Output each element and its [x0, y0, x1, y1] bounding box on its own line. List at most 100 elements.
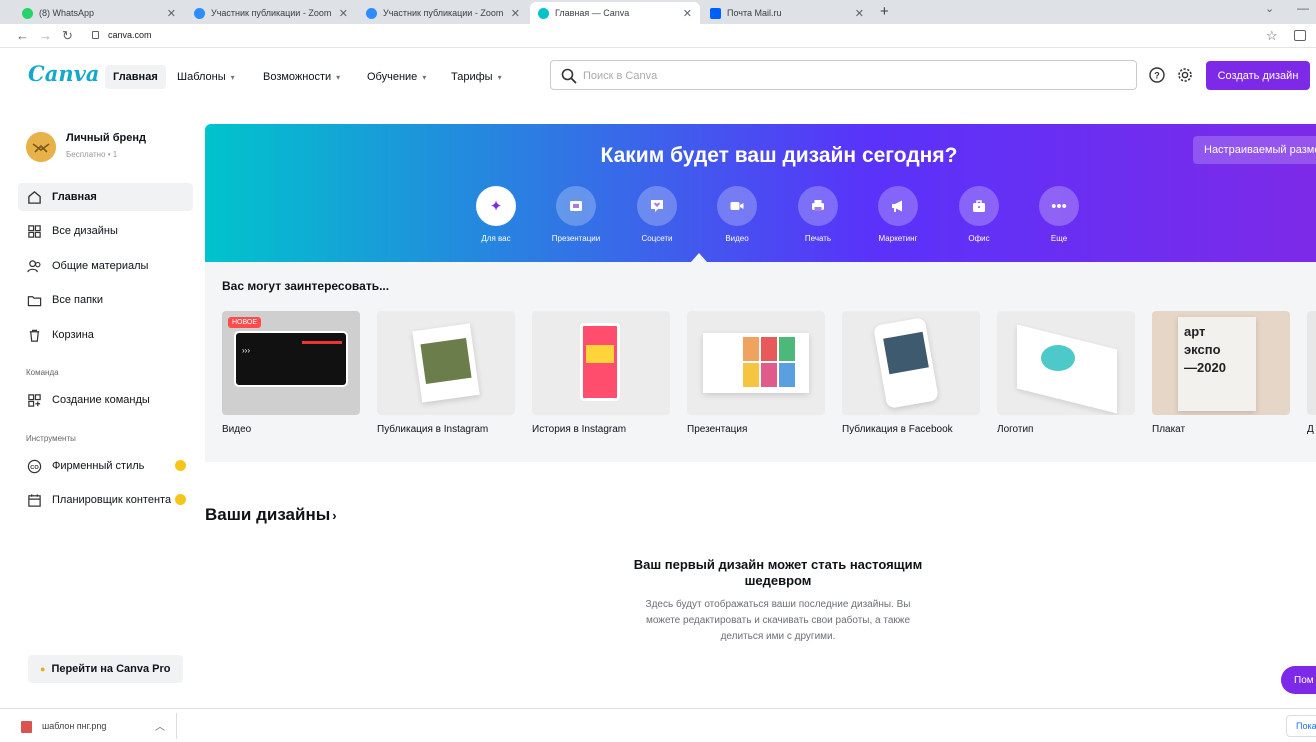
browser-tab-canva[interactable]: Главная — Canva ✕ [530, 2, 700, 24]
category-label: Офис [968, 234, 990, 243]
sidebar-item-home[interactable]: Главная [18, 183, 193, 211]
brand-kit-icon: CO [27, 459, 42, 473]
template-card-instagram-story[interactable]: История в Instagram [532, 311, 670, 435]
upgrade-pro-button[interactable]: ● Перейти на Canva Pro [28, 655, 183, 683]
svg-text:?: ? [1154, 71, 1160, 81]
forward-arrow-icon[interactable]: → [39, 28, 52, 43]
custom-size-button[interactable]: Настраиваемый размер [1193, 136, 1316, 164]
template-card-poster[interactable]: арт экспо —2020 Плакат [1152, 311, 1290, 435]
nav-features[interactable]: Возможности ▾ [255, 65, 348, 89]
back-arrow-icon[interactable]: ← [16, 28, 29, 43]
tab-search-chevron-icon[interactable]: ⌄ [1265, 2, 1274, 15]
url-text[interactable]: canva.com [108, 30, 152, 40]
sidebar-item-all-designs[interactable]: Все дизайны [18, 217, 193, 245]
category-social[interactable]: Соцсети [617, 186, 697, 243]
chevron-up-icon[interactable]: ︿ [155, 718, 165, 733]
avatar[interactable] [26, 132, 56, 162]
your-designs-title: Ваши дизайны [205, 505, 331, 524]
template-card-label: Публикация в Instagram [377, 424, 489, 435]
nav-learn[interactable]: Обучение ▾ [359, 65, 434, 89]
nav-label: Шаблоны [177, 71, 226, 83]
sidebar-item-trash[interactable]: Корзина [18, 321, 193, 349]
gear-icon[interactable] [1177, 67, 1193, 83]
close-icon[interactable]: ✕ [855, 7, 864, 20]
bookmark-star-icon[interactable]: ☆ [1266, 28, 1278, 44]
template-card-presentation[interactable]: Презентация [687, 311, 825, 435]
browser-tab-zoom-1[interactable]: Участник публикации - Zoom ✕ [186, 2, 356, 24]
nav-templates[interactable]: Шаблоны ▾ [169, 65, 243, 89]
template-card-partial[interactable]: Д [1307, 311, 1316, 435]
show-all-downloads-button[interactable]: Пока [1286, 715, 1316, 737]
download-file-name[interactable]: шаблон пнг.png [42, 721, 106, 731]
template-card-label: Логотип [997, 424, 1034, 435]
reload-icon[interactable]: ↻ [62, 28, 73, 44]
template-thumbnail [997, 311, 1135, 415]
minimize-icon[interactable]: — [1297, 1, 1309, 15]
help-icon[interactable]: ? [1149, 67, 1165, 83]
browser-tab-whatsapp[interactable]: (8) WhatsApp ✕ [14, 2, 184, 24]
close-icon[interactable]: ✕ [339, 7, 348, 20]
close-icon[interactable]: ✕ [683, 7, 692, 20]
sidebar: Личный бренд Бесплатно • 1 Главная Все д… [0, 103, 200, 708]
category-more[interactable]: ••• Еще [1019, 186, 1099, 243]
sidebar-item-shared[interactable]: Общие материалы [18, 252, 193, 280]
sidebar-section-team: Команда [26, 368, 59, 377]
chevron-down-icon: ▾ [422, 72, 427, 82]
template-card-logo[interactable]: Логотип [997, 311, 1135, 435]
nav-pricing[interactable]: Тарифы ▾ [443, 65, 510, 89]
chevron-right-icon: › [332, 508, 337, 523]
sidebar-item-planner[interactable]: Планировщик контента [18, 486, 193, 514]
template-card-video[interactable]: ››› НОВОЕ Видео [222, 311, 360, 435]
nav-home[interactable]: Главная [105, 65, 166, 89]
browser-tab-zoom-2[interactable]: Участник публикации - Zoom ✕ [358, 2, 528, 24]
sidebar-item-label: Корзина [52, 329, 94, 341]
category-marketing[interactable]: Маркетинг [858, 186, 938, 243]
divider [176, 713, 177, 739]
template-card-label: История в Instagram [532, 424, 627, 435]
account-name[interactable]: Личный бренд [66, 132, 146, 144]
sidebar-item-label: Создание команды [52, 394, 150, 406]
mail-icon [710, 7, 721, 19]
create-design-button[interactable]: Создать дизайн [1206, 61, 1310, 90]
hero-title: Каким будет ваш дизайн сегодня? [600, 144, 958, 167]
new-badge: НОВОЕ [228, 317, 262, 328]
your-designs-heading[interactable]: Ваши дизайны › [205, 505, 337, 525]
category-for-you[interactable]: ✦ Для вас [456, 186, 536, 243]
tab-label: Участник публикации - Zoom [383, 8, 504, 18]
search-box[interactable] [550, 60, 1137, 90]
crown-icon: ● [40, 664, 46, 674]
category-print[interactable]: Печать [778, 186, 858, 243]
sidebar-item-brand-kit[interactable]: CO Фирменный стиль [18, 452, 193, 480]
empty-state-text: Здесь будут отображаться ваши последние … [645, 599, 911, 642]
account-plan: Бесплатно • 1 [66, 150, 118, 159]
template-card-label: Д [1307, 424, 1314, 435]
close-icon[interactable]: ✕ [511, 7, 520, 20]
new-tab-plus-icon[interactable]: + [880, 3, 889, 20]
template-thumbnail: ››› НОВОЕ [222, 311, 360, 415]
nav-label: Тарифы [451, 71, 493, 83]
search-input[interactable] [583, 67, 1123, 85]
sidebar-item-create-team[interactable]: Создание команды [18, 386, 193, 414]
briefcase-icon [959, 186, 999, 226]
template-card-label: Публикация в Facebook [842, 424, 953, 435]
template-card-facebook-post[interactable]: Публикация в Facebook [842, 311, 980, 435]
chevron-down-icon: ▾ [230, 72, 235, 82]
sidebar-item-folders[interactable]: Все папки [18, 286, 193, 314]
category-presentations[interactable]: Презентации [536, 186, 616, 243]
recommendations-section: Вас могут заинтересовать... ››› НОВОЕ Ви… [205, 262, 1316, 462]
category-video[interactable]: Видео [697, 186, 777, 243]
template-card-instagram-post[interactable]: Публикация в Instagram [377, 311, 515, 435]
canva-header: Canva Главная Шаблоны ▾ Возможности ▾ Обуч… [0, 48, 1316, 103]
canva-logo[interactable]: Canva [28, 61, 99, 86]
help-button[interactable]: Пом [1281, 666, 1316, 694]
category-office[interactable]: Офис [939, 186, 1019, 243]
close-icon[interactable]: ✕ [167, 7, 176, 20]
hero-banner: Каким будет ваш дизайн сегодня? Настраив… [205, 124, 1316, 262]
extension-icon[interactable] [1294, 30, 1306, 41]
browser-tab-mail[interactable]: Почта Mail.ru ✕ [702, 2, 872, 24]
nav-label: Главная [113, 71, 158, 83]
category-label: Маркетинг [878, 234, 918, 243]
category-label: Соцсети [641, 234, 673, 243]
tab-label: (8) WhatsApp [39, 8, 95, 18]
pro-crown-icon [175, 460, 186, 471]
